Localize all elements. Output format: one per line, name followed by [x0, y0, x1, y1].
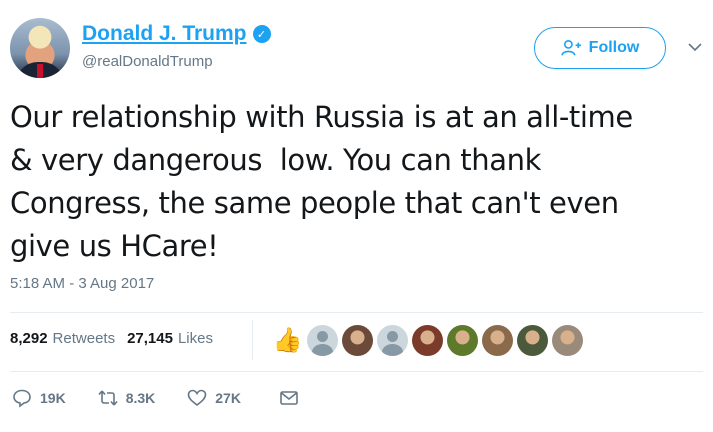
avatar-tie [37, 64, 43, 78]
reply-count: 19K [40, 390, 66, 406]
tweet-text: Our relationship with Russia is at an al… [10, 100, 633, 263]
tweet-actions: 19K 8.3K 27K [12, 388, 331, 408]
verified-badge-icon: ✓ [252, 25, 271, 43]
liker-avatar[interactable] [447, 325, 478, 356]
liker-default-avatar[interactable] [307, 325, 338, 356]
retweet-count: 8.3K [125, 390, 156, 406]
likes-count: 27,145 [127, 330, 173, 347]
heart-icon [187, 389, 207, 407]
retweets-stat[interactable]: 8,292 Retweets [10, 330, 115, 347]
likers-avatars: 👍 [272, 325, 583, 356]
retweets-label: Retweets [52, 330, 116, 347]
stats-separator [252, 320, 253, 360]
author-display-name[interactable]: Donald J. Trump [82, 22, 247, 46]
liker-default-avatar[interactable] [377, 325, 408, 356]
direct-message-button[interactable] [279, 388, 299, 408]
like-button[interactable]: 27K [187, 388, 241, 408]
like-count: 27K [215, 390, 241, 406]
liker-avatar[interactable] [552, 325, 583, 356]
liker-avatar[interactable] [482, 325, 513, 356]
divider [10, 312, 703, 313]
follow-label: Follow [588, 39, 640, 56]
divider [10, 371, 703, 372]
tweet-timestamp[interactable]: 5:18 AM - 3 Aug 2017 [10, 275, 154, 292]
retweet-icon [98, 390, 118, 406]
retweet-button[interactable]: 8.3K [98, 388, 156, 408]
chevron-down-icon[interactable] [687, 41, 703, 53]
author-avatar[interactable] [10, 18, 70, 78]
follow-button[interactable]: Follow [534, 27, 666, 69]
reply-button[interactable]: 19K [12, 388, 66, 408]
envelope-icon [280, 391, 298, 405]
tweet-stats: 8,292 Retweets 27,145 Likes [10, 330, 225, 347]
reply-icon [13, 389, 31, 408]
author-name-row: Donald J. Trump ✓ [82, 22, 271, 46]
liker-avatar[interactable] [517, 325, 548, 356]
retweets-count: 8,292 [10, 330, 48, 347]
add-user-icon [560, 39, 581, 56]
likes-label: Likes [177, 330, 213, 347]
liker-avatar[interactable] [342, 325, 373, 356]
liker-avatar[interactable] [412, 325, 443, 356]
likes-stat[interactable]: 27,145 Likes [127, 330, 213, 347]
author-handle[interactable]: @realDonaldTrump [82, 53, 213, 70]
thumbs-up-icon[interactable]: 👍 [272, 325, 303, 356]
